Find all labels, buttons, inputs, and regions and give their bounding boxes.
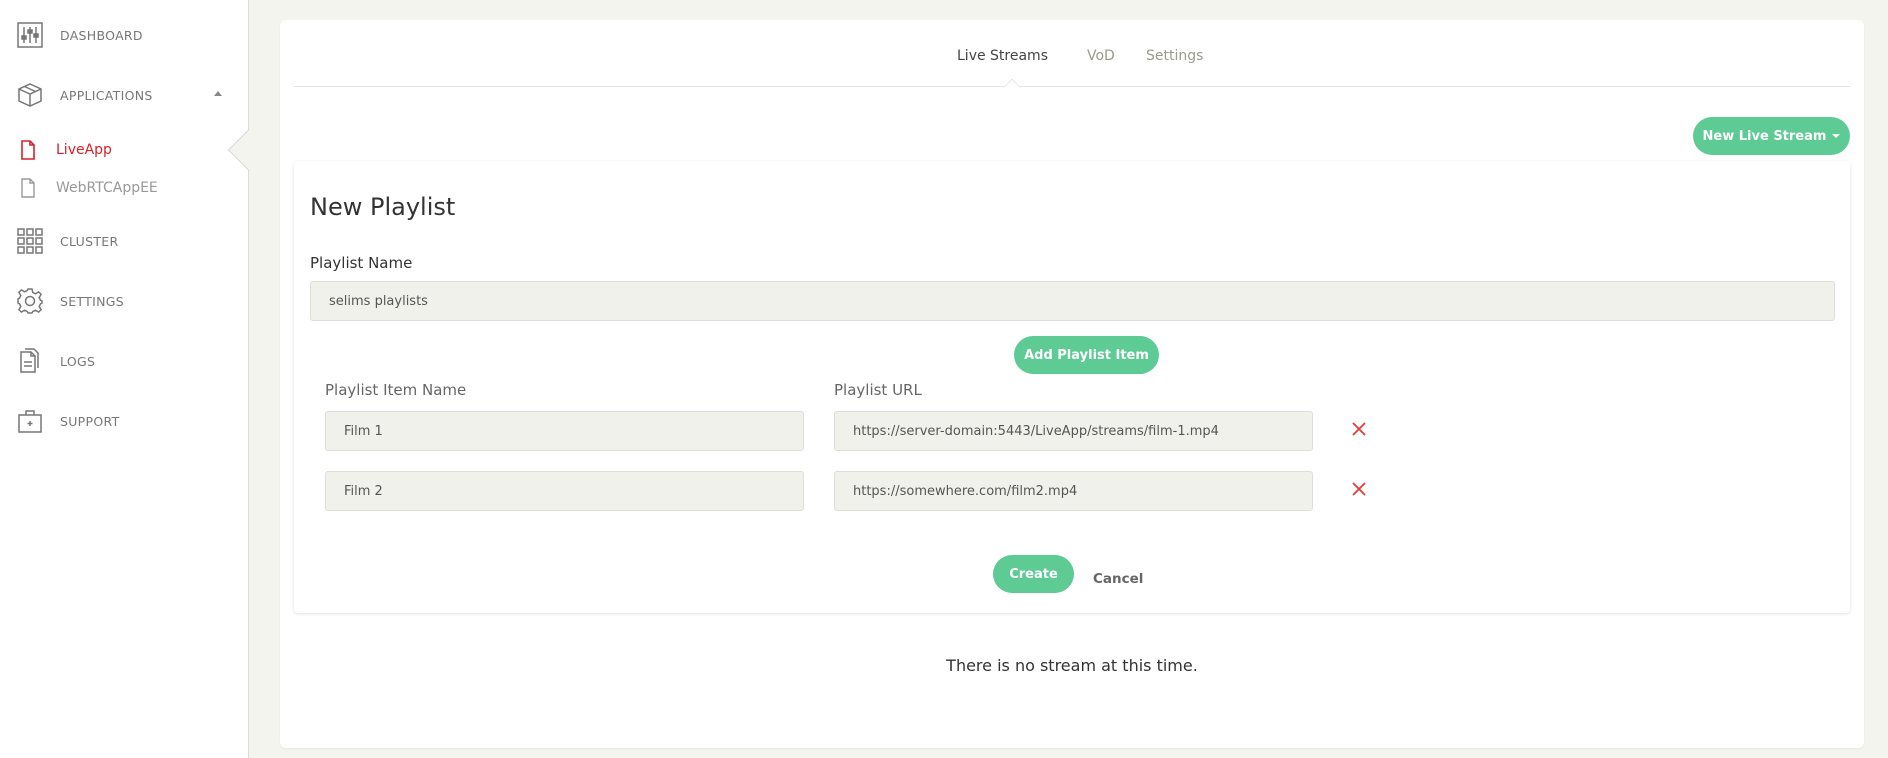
nav-dashboard[interactable]: DASHBOARD xyxy=(0,15,249,55)
playlist-item-name-input[interactable] xyxy=(325,471,804,511)
nav-label: CLUSTER xyxy=(60,233,119,249)
nav-label: LOGS xyxy=(60,353,96,369)
app-item-liveapp[interactable]: LiveApp xyxy=(0,135,249,165)
files-icon xyxy=(16,347,44,375)
item-url-header: Playlist URL xyxy=(834,381,922,399)
nav-label: DASHBOARD xyxy=(60,27,143,43)
gear-icon xyxy=(16,287,44,315)
playlist-item-url-input[interactable] xyxy=(834,411,1313,451)
cancel-button[interactable]: Cancel xyxy=(1093,571,1143,587)
remove-item-icon[interactable] xyxy=(1350,420,1368,438)
grid-icon xyxy=(16,227,44,255)
nav-label: APPLICATIONS xyxy=(60,87,153,103)
sliders-icon xyxy=(16,21,44,49)
new-live-stream-button[interactable]: New Live Stream xyxy=(1693,117,1850,155)
nav-applications[interactable]: APPLICATIONS xyxy=(0,75,249,115)
sidebar: DASHBOARD APPLICATIONS LiveApp WebRTCApp… xyxy=(0,0,249,758)
nav-support[interactable]: SUPPORT xyxy=(0,401,249,441)
nav-label: SUPPORT xyxy=(60,413,120,429)
playlist-item-name-input[interactable] xyxy=(325,411,804,451)
nav-settings[interactable]: SETTINGS xyxy=(0,281,249,321)
package-icon xyxy=(16,81,44,109)
remove-item-icon[interactable] xyxy=(1350,480,1368,498)
item-name-header: Playlist Item Name xyxy=(325,381,467,399)
tab-vod[interactable]: VoD xyxy=(1087,48,1115,64)
app-item-webrtcappee[interactable]: WebRTCAppEE xyxy=(0,173,249,203)
new-live-stream-label: New Live Stream xyxy=(1702,128,1827,144)
playlist-name-input[interactable] xyxy=(310,281,1835,321)
app-label: WebRTCAppEE xyxy=(56,180,158,196)
nav-logs[interactable]: LOGS xyxy=(0,341,249,381)
chevron-up-icon[interactable] xyxy=(214,91,222,96)
playlist-name-label: Playlist Name xyxy=(310,254,413,272)
panel-title: New Playlist xyxy=(310,193,456,221)
file-icon xyxy=(20,140,36,160)
add-playlist-item-button[interactable]: Add Playlist Item xyxy=(1014,336,1159,374)
nav-label: SETTINGS xyxy=(60,293,124,309)
briefcase-icon xyxy=(16,407,44,435)
playlist-item-url-input[interactable] xyxy=(834,471,1313,511)
caret-down-icon xyxy=(1832,134,1841,138)
nav-cluster[interactable]: CLUSTER xyxy=(0,221,249,261)
empty-state-message: There is no stream at this time. xyxy=(946,656,1198,675)
tab-live-streams[interactable]: Live Streams xyxy=(957,48,1048,64)
tab-settings[interactable]: Settings xyxy=(1146,48,1203,64)
create-button[interactable]: Create xyxy=(993,555,1074,593)
tab-active-pointer xyxy=(1003,78,1021,96)
main-card: Live Streams VoD Settings New Live Strea… xyxy=(280,20,1864,748)
app-label: LiveApp xyxy=(56,142,112,158)
tab-bar: Live Streams VoD Settings xyxy=(294,20,1850,96)
file-icon xyxy=(20,178,36,198)
new-playlist-panel: New Playlist Playlist Name Add Playlist … xyxy=(294,161,1850,613)
